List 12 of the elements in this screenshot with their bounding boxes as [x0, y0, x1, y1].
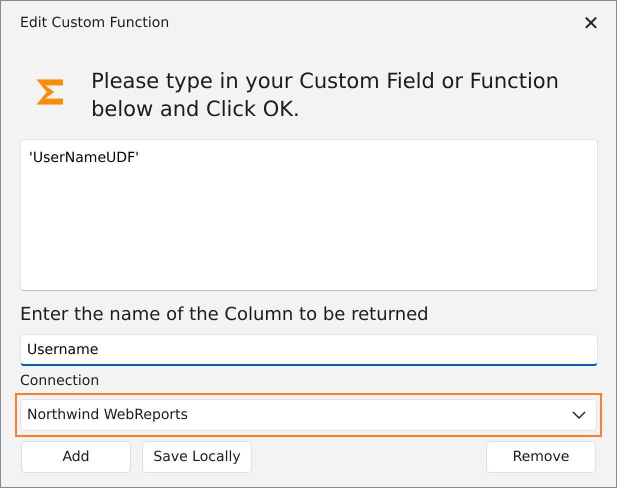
column-label: Enter the name of the Column to be returned	[19, 303, 430, 327]
instruction-text: Please type in your Custom Field or Function below and Click OK.	[91, 68, 560, 123]
window-title: Edit Custom Function	[20, 14, 170, 32]
close-button[interactable]: ✕	[568, 1, 614, 45]
dialog-button[interactable]: Save Locally	[142, 441, 252, 473]
function-text-area[interactable]: 'UserNameUDF'	[20, 139, 598, 291]
dialog-button[interactable]: Remove	[486, 441, 596, 473]
connection-dropdown[interactable]: Northwind WebReports	[20, 399, 597, 431]
dialog-button[interactable]: Add	[21, 441, 131, 473]
chevron-down-icon	[572, 411, 586, 419]
column-name-field[interactable]: Username	[20, 334, 598, 366]
connection-label: Connection	[19, 372, 100, 391]
